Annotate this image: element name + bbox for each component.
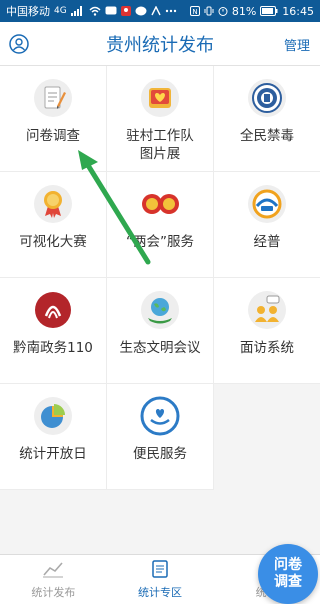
battery-percent: 81% <box>231 4 257 18</box>
grid-item-label: 驻村工作队 图片展 <box>126 128 194 162</box>
app-icon <box>151 6 161 16</box>
interview-people-icon <box>247 290 287 330</box>
grid-item-label: 问卷调查 <box>26 128 80 144</box>
header: 贵州统计发布 管理 <box>0 22 320 66</box>
grid-item-convenience-service[interactable]: 便民服务 <box>107 384 214 490</box>
page-title: 贵州统计发布 <box>106 34 214 56</box>
qiannan-gov-icon <box>33 290 73 330</box>
medal-icon <box>33 184 73 224</box>
census-logo-icon <box>247 184 287 224</box>
grid-item-label: 便民服务 <box>133 446 187 462</box>
network-label: 4G <box>54 6 67 16</box>
document-icon <box>151 559 169 581</box>
grid-item-interview-system[interactable]: 面访系统 <box>214 278 320 384</box>
carrier-label: 中国移动 <box>6 5 50 18</box>
grid-item-label: “两会”服务 <box>126 234 194 250</box>
battery-icon <box>260 6 278 16</box>
grid-item-label: 黔南政务110 <box>13 340 93 356</box>
grid-item-label: 经普 <box>253 234 281 250</box>
grid-item-two-sessions[interactable]: “两会”服务 <box>107 172 214 278</box>
manage-button[interactable]: 管理 <box>284 35 310 54</box>
questionnaire-icon <box>33 78 73 118</box>
map-pin-icon <box>120 6 131 16</box>
wifi-icon <box>89 6 101 16</box>
message-icon <box>105 6 117 16</box>
alarm-icon <box>218 6 228 16</box>
grid-item-anti-drug[interactable]: 全民禁毒 <box>214 66 320 172</box>
service-grid: 问卷调查 驻村工作队 图片展 全民禁毒 可视化大赛 “两会”服务 经普 黔南政务… <box>0 66 320 490</box>
grid-item-label: 面访系统 <box>240 340 294 356</box>
grid-item-label: 生态文明会议 <box>119 340 201 356</box>
grid-item-label: 全民禁毒 <box>240 128 294 144</box>
grid-item-qiannan-gov[interactable]: 黔南政务110 <box>0 278 107 384</box>
vibrate-icon <box>204 6 214 16</box>
ecology-globe-icon <box>140 290 180 330</box>
tab-label: 统计发布 <box>31 585 76 599</box>
grid-item-label: 可视化大赛 <box>19 234 87 250</box>
questionnaire-float-button[interactable]: 问卷 调查 <box>258 544 318 604</box>
float-button-line2: 调查 <box>274 574 302 590</box>
float-button-line1: 问卷 <box>274 557 302 573</box>
svg-text:N: N <box>192 8 197 16</box>
chat-icon <box>135 6 147 16</box>
pie-chart-icon <box>33 396 73 436</box>
grid-item-village-team-photos[interactable]: 驻村工作队 图片展 <box>107 66 214 172</box>
nfc-icon: N <box>189 6 200 16</box>
two-sessions-emblem-icon <box>140 184 180 224</box>
grid-empty-slot <box>214 384 320 490</box>
line-chart-icon <box>42 560 64 581</box>
service-hand-icon <box>140 396 180 436</box>
grid-item-label: 统计开放日 <box>19 446 87 462</box>
grid-item-open-day[interactable]: 统计开放日 <box>0 384 107 490</box>
more-dots-icon <box>165 9 177 13</box>
clock: 16:45 <box>282 4 314 18</box>
grid-item-visualization-contest[interactable]: 可视化大赛 <box>0 172 107 278</box>
user-profile-icon[interactable] <box>8 33 30 55</box>
grid-item-questionnaire[interactable]: 问卷调查 <box>0 66 107 172</box>
grid-item-ecology-conference[interactable]: 生态文明会议 <box>107 278 214 384</box>
photo-album-icon <box>140 78 180 118</box>
tab-statistics-release[interactable]: 统计发布 <box>0 555 107 604</box>
status-bar: 中国移动 4G N 81% 16:45 <box>0 0 320 22</box>
signal-icon <box>70 6 85 16</box>
tab-label: 统计专区 <box>138 585 182 599</box>
grid-item-economic-census[interactable]: 经普 <box>214 172 320 278</box>
tab-statistics-zone[interactable]: 统计专区 <box>107 555 214 604</box>
anti-drug-emblem-icon <box>247 78 287 118</box>
